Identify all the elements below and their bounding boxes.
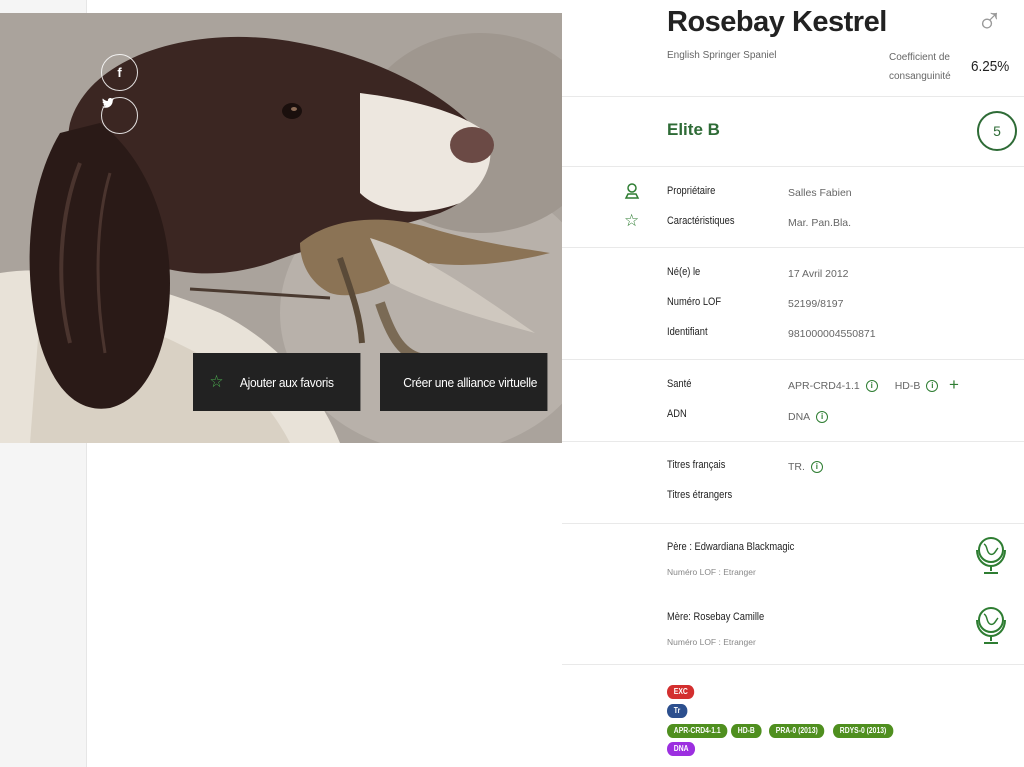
dog-breed: English Springer Spaniel [667,50,777,61]
globe-icon [974,604,1008,651]
divider [562,359,1024,360]
plus-icon[interactable]: + [949,375,959,395]
twitter-share-button[interactable] [101,97,138,134]
badge-rdys: RDYS-0 (2013) [833,724,894,738]
divider [562,166,1024,167]
globe-icon [974,534,1008,581]
grade-number: 5 [993,123,1001,139]
info-icon[interactable]: i [810,461,823,474]
divider [562,523,1024,524]
badge-tr: Tr [667,704,688,718]
badge-hdb: HD-B [731,724,762,738]
dna-values: DNA i [788,411,829,424]
characteristics-label: Caractéristiques [667,215,735,227]
badge-dna: DNA [667,742,696,756]
mother-lof: Numéro LOF : Etranger [667,637,756,647]
badge-apr: APR-CRD4-1.1 [667,724,728,738]
user-icon [624,182,640,204]
health-values: APR-CRD4-1.1 i HD-B i [788,380,939,393]
male-symbol-icon: ♂ [976,0,1003,41]
owner-value: Salles Fabien [788,187,852,199]
divider [562,441,1024,442]
father-name[interactable]: Père : Edwardiana Blackmagic [667,541,794,553]
foreign-titles-label: Titres étrangers [667,489,733,501]
characteristics-value: Mar. Pan.Bla. [788,217,852,229]
star-icon: ☆ [209,372,224,391]
health-value-apr: APR-CRD4-1.1 [788,380,860,392]
create-alliance-button[interactable]: Créer une alliance virtuelle [380,353,548,411]
dna-label: ADN [667,408,687,420]
french-titles-values: TR. i [788,461,823,474]
info-icon[interactable]: i [816,411,829,424]
divider [562,96,1024,97]
born-value: 17 Avril 2012 [788,268,849,280]
coefficient-value: 6.25% [971,58,1010,75]
father-lof: Numéro LOF : Etranger [667,567,756,577]
divider [562,247,1024,248]
divider [562,664,1024,665]
french-title-value: TR. [788,461,805,473]
dog-name: Rosebay Kestrel [667,6,887,38]
identifier-value: 981000004550871 [788,328,876,340]
facebook-icon: f [117,65,122,80]
identifier-label: Identifiant [667,326,708,338]
twitter-icon [102,98,114,108]
info-icon[interactable]: i [926,380,939,393]
facebook-share-button[interactable]: f [101,54,138,91]
dna-value: DNA [788,411,811,423]
dog-info-panel: Rosebay Kestrel ♂ English Springer Spani… [562,0,1024,767]
grade-label: Elite B [667,120,720,139]
create-alliance-label: Créer une alliance virtuelle [403,374,538,390]
french-titles-label: Titres français [667,459,726,471]
grade-number-badge: 5 [977,111,1017,151]
info-icon[interactable]: i [865,380,878,393]
add-to-favorites-button[interactable]: ☆ Ajouter aux favoris [193,353,361,411]
star-outline-icon: ☆ [624,211,640,230]
badge-pra: PRA-0 (2013) [769,724,825,738]
health-value-hd: HD-B [894,380,921,392]
coefficient-label: Coefficient de consanguinité [889,52,951,82]
health-label: Santé [667,378,692,390]
add-to-favorites-label: Ajouter aux favoris [239,374,334,390]
mother-name[interactable]: Mère: Rosebay Camille [667,611,764,623]
lof-label: Numéro LOF [667,296,722,308]
owner-label: Propriétaire [667,185,716,197]
lof-value: 52199/8197 [788,298,844,310]
badge-exc: EXC [667,685,695,699]
born-label: Né(e) le [667,266,701,278]
